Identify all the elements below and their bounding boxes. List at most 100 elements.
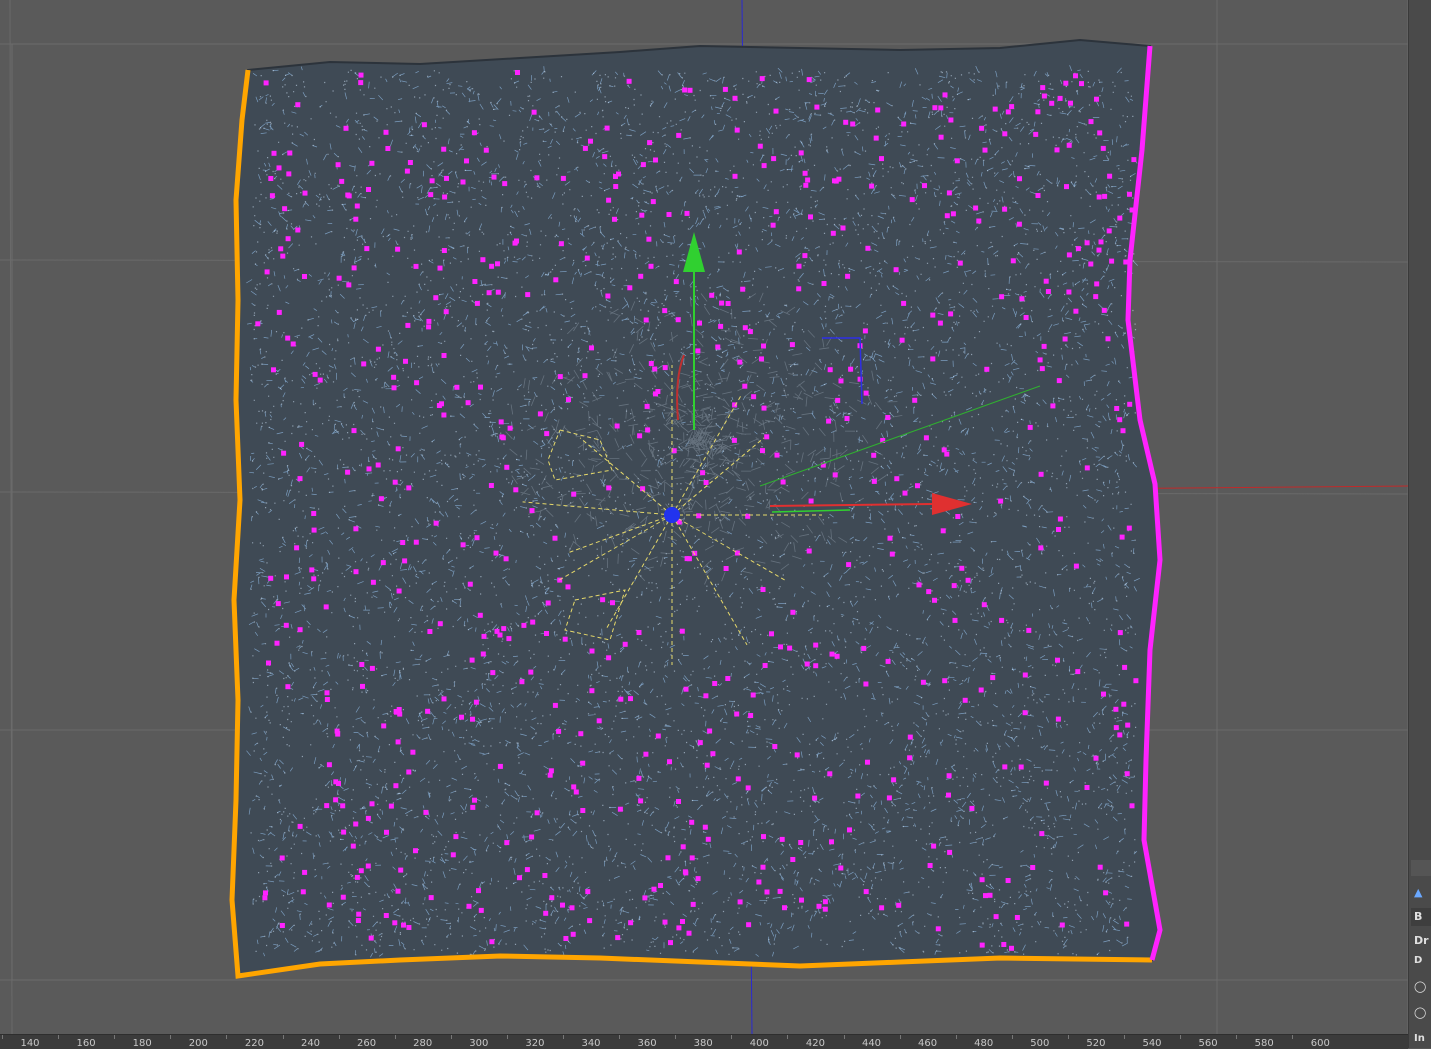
selected-vertex[interactable]	[437, 265, 443, 271]
selected-vertex[interactable]	[827, 367, 833, 373]
selected-vertex[interactable]	[501, 626, 507, 632]
selected-vertex[interactable]	[838, 378, 844, 384]
selected-vertex[interactable]	[703, 480, 709, 485]
selected-vertex[interactable]	[565, 584, 571, 590]
selected-vertex[interactable]	[473, 699, 479, 705]
selected-vertex[interactable]	[480, 651, 486, 657]
selected-vertex[interactable]	[410, 749, 416, 755]
selected-vertex[interactable]	[802, 253, 808, 259]
selected-vertex[interactable]	[534, 175, 540, 181]
selected-vertex[interactable]	[1084, 465, 1090, 471]
selected-vertex[interactable]	[1054, 147, 1060, 153]
selected-vertex[interactable]	[935, 926, 941, 932]
selected-vertex[interactable]	[1073, 563, 1079, 569]
panel-tab-in[interactable]: In	[1411, 1030, 1431, 1048]
selected-vertex[interactable]	[920, 679, 926, 685]
selected-vertex[interactable]	[469, 657, 475, 663]
selected-vertex[interactable]	[932, 105, 938, 111]
selected-vertex[interactable]	[1016, 221, 1022, 227]
selected-vertex[interactable]	[987, 892, 993, 898]
selected-vertex[interactable]	[428, 192, 434, 198]
selected-vertex[interactable]	[537, 411, 543, 417]
selected-vertex[interactable]	[695, 876, 701, 882]
selected-vertex[interactable]	[580, 808, 586, 813]
selected-vertex[interactable]	[695, 348, 701, 354]
selected-vertex[interactable]	[778, 644, 783, 650]
selected-vertex[interactable]	[668, 940, 673, 946]
selected-vertex[interactable]	[436, 403, 442, 408]
selected-vertex[interactable]	[395, 446, 401, 452]
selected-vertex[interactable]	[1066, 142, 1072, 148]
selected-vertex[interactable]	[580, 760, 586, 766]
selected-vertex[interactable]	[723, 566, 729, 571]
selected-vertex[interactable]	[762, 663, 768, 668]
selected-vertex[interactable]	[480, 257, 486, 263]
selected-vertex[interactable]	[814, 104, 820, 110]
selected-vertex[interactable]	[1002, 131, 1008, 137]
gizmo-pivot-icon[interactable]	[664, 507, 680, 523]
selected-vertex[interactable]	[395, 246, 401, 252]
selected-vertex[interactable]	[1129, 207, 1135, 213]
selected-vertex[interactable]	[1088, 261, 1094, 267]
selected-vertex[interactable]	[1124, 771, 1130, 777]
selected-vertex[interactable]	[530, 619, 536, 625]
selected-vertex[interactable]	[1114, 406, 1120, 411]
selected-vertex[interactable]	[1105, 336, 1111, 342]
selected-vertex[interactable]	[682, 87, 688, 93]
selected-vertex[interactable]	[442, 194, 448, 200]
selected-vertex[interactable]	[476, 888, 481, 894]
selected-vertex[interactable]	[1064, 184, 1069, 190]
selected-vertex[interactable]	[862, 328, 868, 334]
selected-vertex[interactable]	[369, 801, 375, 807]
selected-vertex[interactable]	[428, 895, 434, 901]
selected-vertex[interactable]	[790, 609, 796, 615]
selected-vertex[interactable]	[543, 910, 549, 916]
selected-vertex[interactable]	[787, 645, 793, 651]
selected-vertex[interactable]	[951, 583, 957, 589]
selected-vertex[interactable]	[761, 405, 767, 411]
selected-vertex[interactable]	[1022, 710, 1028, 716]
selected-vertex[interactable]	[400, 540, 406, 545]
selected-vertex[interactable]	[368, 935, 374, 941]
selected-vertex[interactable]	[364, 246, 370, 252]
selected-vertex[interactable]	[588, 138, 593, 144]
selected-vertex[interactable]	[1129, 803, 1135, 809]
selected-vertex[interactable]	[414, 380, 420, 386]
selected-vertex[interactable]	[626, 78, 632, 84]
selected-vertex[interactable]	[343, 125, 349, 131]
selected-vertex[interactable]	[686, 930, 692, 936]
selected-vertex[interactable]	[1002, 206, 1008, 212]
selected-vertex[interactable]	[1055, 716, 1061, 722]
selected-vertex[interactable]	[771, 156, 777, 162]
selected-vertex[interactable]	[285, 684, 291, 690]
selected-vertex[interactable]	[722, 86, 728, 92]
selected-vertex[interactable]	[542, 873, 548, 878]
selected-vertex[interactable]	[1093, 294, 1099, 300]
selected-vertex[interactable]	[1120, 428, 1126, 434]
selected-vertex[interactable]	[757, 143, 763, 149]
selected-vertex[interactable]	[982, 147, 988, 153]
selected-vertex[interactable]	[983, 893, 988, 899]
selected-vertex[interactable]	[666, 212, 672, 217]
selected-vertex[interactable]	[566, 397, 571, 403]
selected-vertex[interactable]	[984, 366, 990, 372]
selected-vertex[interactable]	[569, 905, 575, 911]
selected-vertex[interactable]	[796, 286, 802, 292]
selected-vertex[interactable]	[1117, 215, 1123, 221]
selected-vertex[interactable]	[806, 77, 812, 83]
selected-vertex[interactable]	[605, 293, 611, 299]
selected-vertex[interactable]	[1050, 403, 1056, 409]
selected-vertex[interactable]	[737, 899, 743, 905]
selected-vertex[interactable]	[353, 821, 359, 827]
selected-vertex[interactable]	[1073, 308, 1079, 314]
selected-vertex[interactable]	[915, 483, 920, 489]
panel-handle[interactable]	[1411, 860, 1431, 876]
selected-vertex[interactable]	[341, 829, 347, 835]
selected-vertex[interactable]	[333, 797, 339, 803]
selected-vertex[interactable]	[353, 569, 359, 575]
selected-vertex[interactable]	[552, 702, 558, 708]
selected-vertex[interactable]	[544, 431, 550, 437]
selected-vertex[interactable]	[299, 441, 305, 447]
selected-vertex[interactable]	[280, 253, 286, 259]
selected-vertex[interactable]	[264, 269, 270, 275]
